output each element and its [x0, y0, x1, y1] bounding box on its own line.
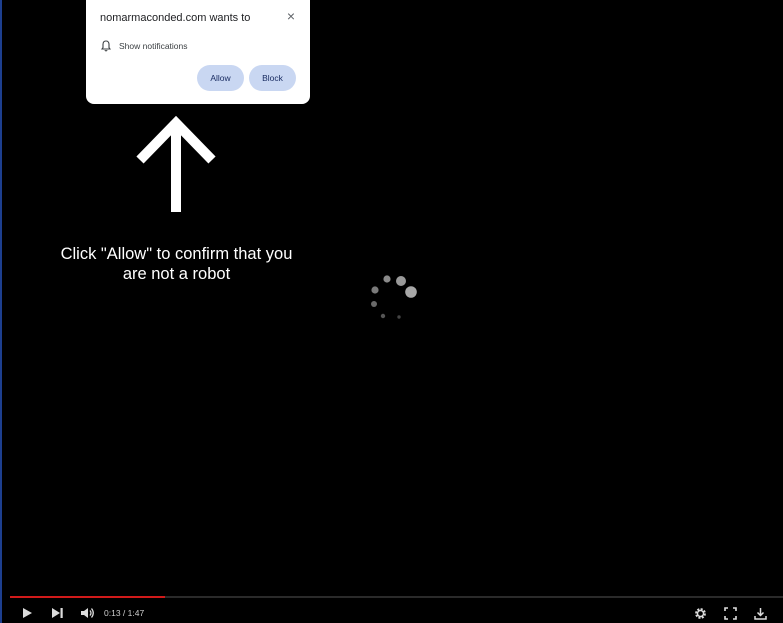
- volume-icon[interactable]: [77, 604, 97, 622]
- arrow-up-icon: [136, 116, 216, 212]
- allow-button[interactable]: Allow: [197, 65, 244, 91]
- loading-spinner-icon: [371, 275, 417, 319]
- bell-icon: [101, 40, 111, 52]
- settings-icon[interactable]: [691, 604, 709, 622]
- download-icon[interactable]: [751, 604, 769, 622]
- fullscreen-icon[interactable]: [721, 604, 739, 622]
- notification-permission-popup: nomarmaconded.com wants to Show notifica…: [86, 0, 310, 104]
- robot-confirm-message: Click "Allow" to confirm that you are no…: [60, 245, 293, 283]
- popup-title: nomarmaconded.com wants to: [100, 12, 251, 24]
- close-icon[interactable]: [284, 9, 298, 23]
- play-icon[interactable]: [18, 604, 36, 622]
- time-display: 0:13 / 1:47: [104, 608, 145, 618]
- permission-label: Show notifications: [119, 41, 188, 51]
- window-left-edge: [0, 0, 2, 623]
- progress-fill: [10, 596, 165, 598]
- block-button[interactable]: Block: [249, 65, 296, 91]
- next-icon[interactable]: [48, 604, 66, 622]
